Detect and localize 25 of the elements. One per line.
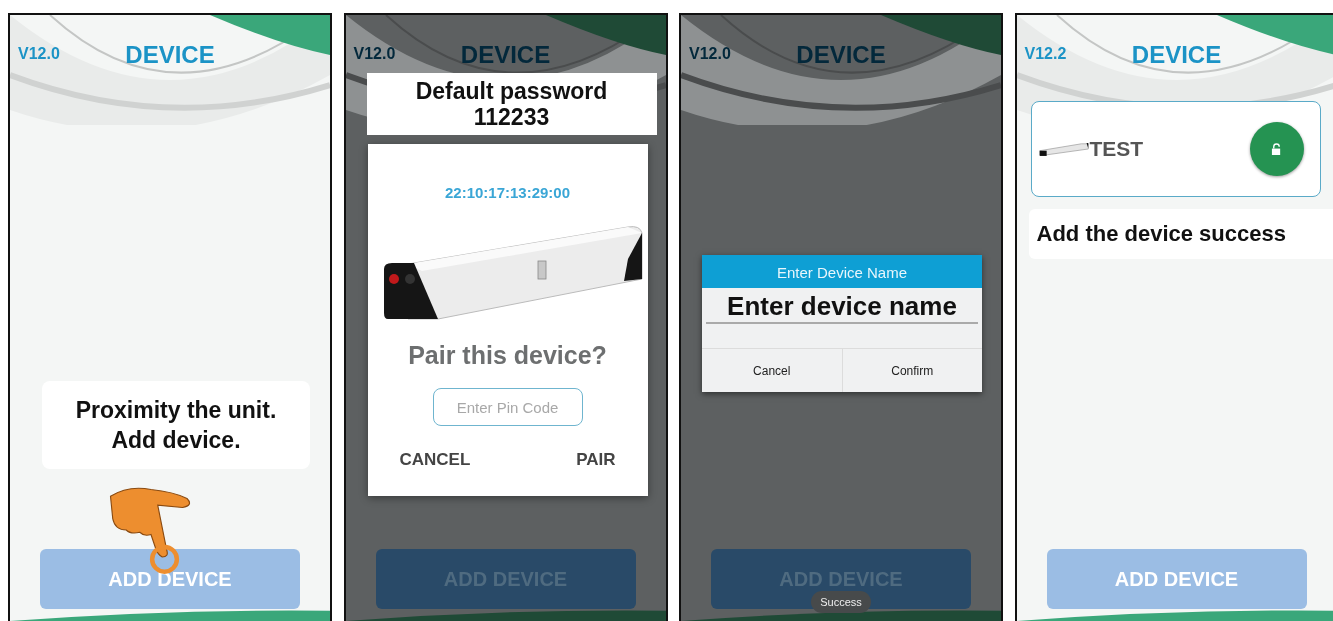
screen-title: DEVICE bbox=[796, 41, 886, 69]
dialog-button[interactable]: Confirm bbox=[841, 349, 982, 392]
version-label: V12.2 bbox=[1024, 45, 1067, 63]
device-address: 22:10:17:13:29:00 bbox=[444, 184, 571, 201]
device-name: TEST bbox=[1089, 137, 1145, 161]
pair-question: Pair this device? bbox=[408, 341, 607, 370]
device-card[interactable]: TEST bbox=[1030, 101, 1321, 197]
toast-message: Success bbox=[811, 591, 871, 613]
version-label: V12.0 bbox=[689, 45, 731, 63]
version-label: V12.0 bbox=[18, 45, 60, 63]
unlock-button[interactable] bbox=[1249, 122, 1304, 176]
callout-note: Proximity the unit. Add device. bbox=[42, 381, 310, 469]
dialog-button[interactable]: CANCEL bbox=[399, 450, 471, 470]
pin-code-field[interactable]: Enter Pin Code bbox=[432, 388, 583, 426]
device-name-field[interactable]: Enter device name bbox=[706, 290, 978, 324]
dialog-title: Enter Device Name bbox=[702, 255, 982, 288]
screen-title: DEVICE bbox=[460, 41, 551, 69]
dialog-button[interactable]: Cancel bbox=[702, 349, 842, 392]
unlocked-padlock-icon bbox=[1271, 142, 1282, 156]
callout-note: Add the device success bbox=[1028, 209, 1333, 259]
screen-title: DEVICE bbox=[125, 41, 215, 69]
version-label: V12.0 bbox=[353, 45, 396, 63]
screen-title: DEVICE bbox=[1131, 41, 1222, 69]
callout-note: Default password 112233 bbox=[366, 73, 657, 135]
dialog-button[interactable]: PAIR bbox=[576, 450, 616, 470]
